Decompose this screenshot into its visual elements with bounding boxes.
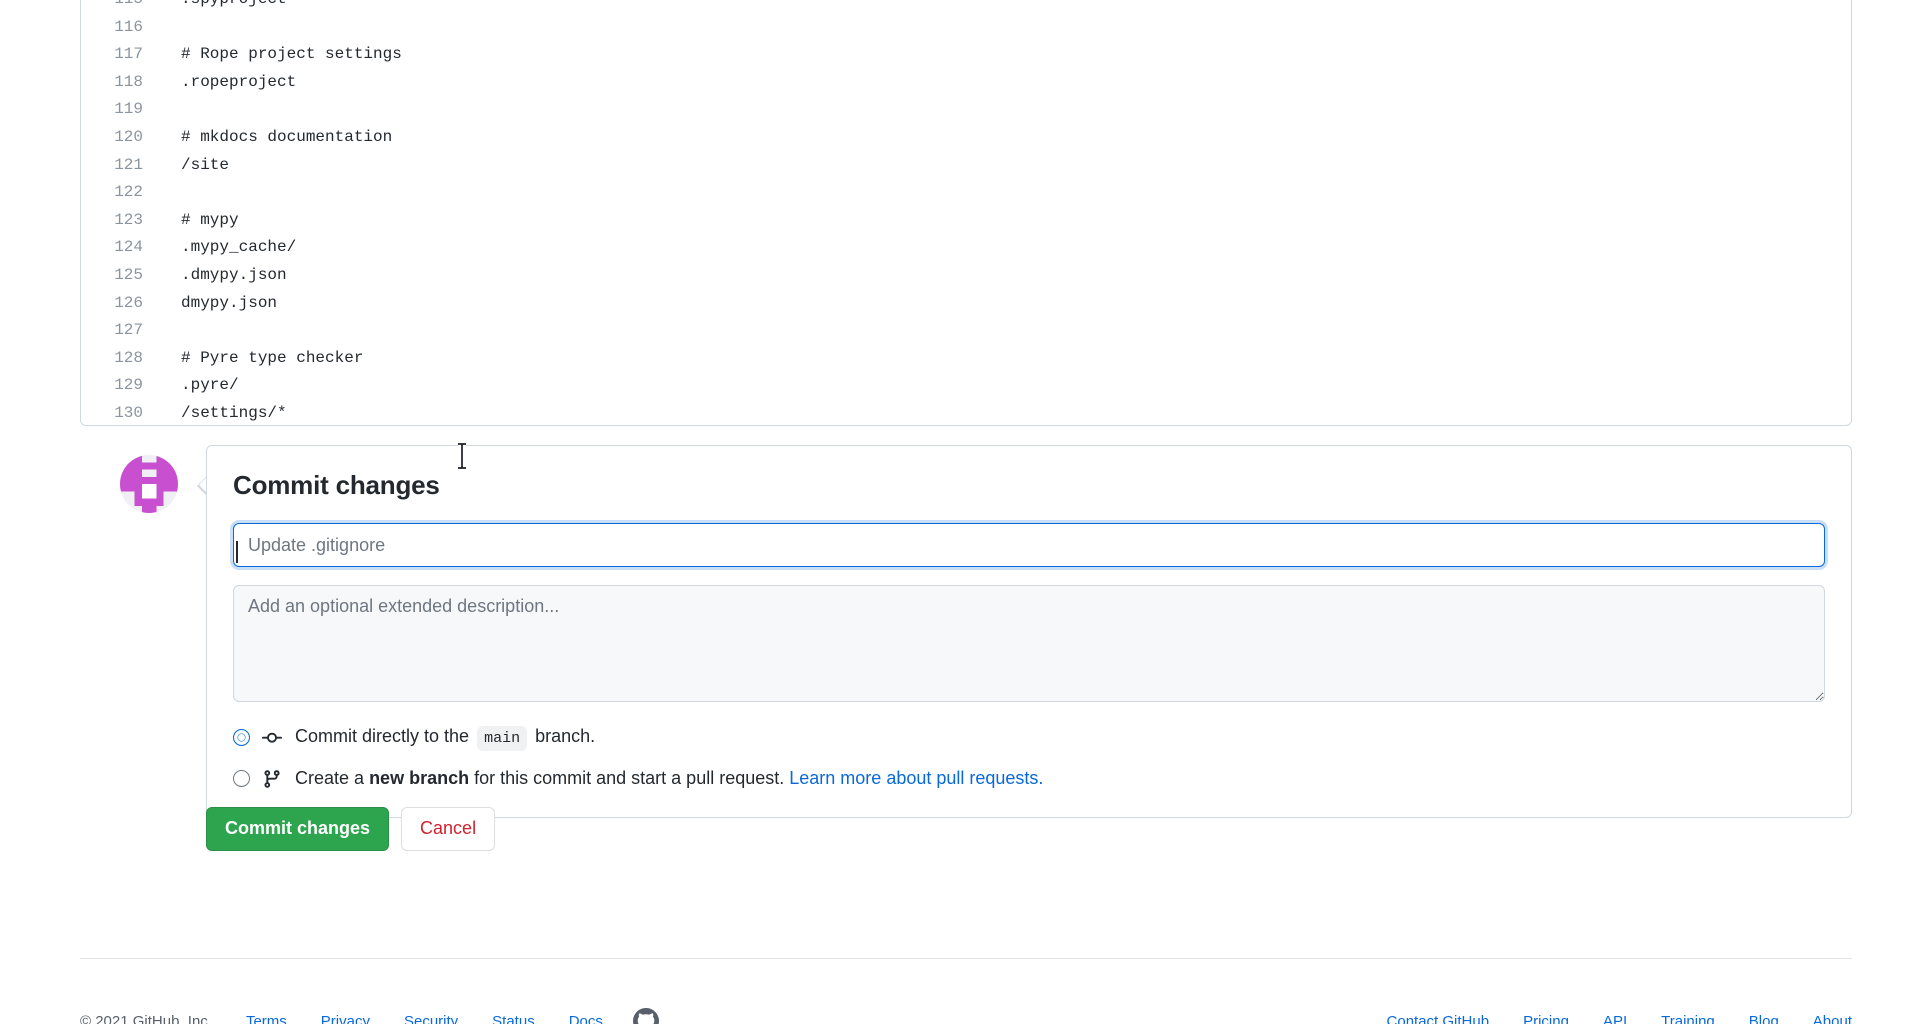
- line-number: 124: [114, 238, 143, 257]
- line-number: 130: [114, 403, 143, 422]
- code-line: 117 # Rope project settings: [81, 41, 1851, 69]
- footer-right-links: Contact GitHub Pricing API Training Blog Abou…: [1387, 1013, 1852, 1024]
- footer-link-training[interactable]: Training: [1661, 1013, 1715, 1024]
- file-content-panel: 115.spyproject 116 117 # Rope project setti…: [80, 0, 1852, 426]
- footer-link-blog[interactable]: Blog: [1749, 1013, 1779, 1024]
- commit-message-input[interactable]: [233, 523, 1825, 568]
- text-caret: [236, 541, 238, 563]
- commit-description-textarea[interactable]: [233, 585, 1825, 703]
- code-line: 127: [81, 317, 1851, 345]
- line-content[interactable]: .mypy_cache/: [159, 234, 1851, 262]
- github-edit-file-page: 115.spyproject 116 117 # Rope project setti…: [0, 0, 1920, 1024]
- radio-commit-directly[interactable]: [233, 729, 250, 747]
- line-content[interactable]: [159, 96, 1851, 124]
- line-number: 123: [114, 210, 143, 229]
- line-number: 117: [114, 45, 143, 64]
- line-number: 122: [114, 183, 143, 202]
- page-footer: © 2021 GitHub, Inc. Terms Privacy Security…: [80, 1008, 1852, 1024]
- line-number: 129: [114, 376, 143, 395]
- line-number: 126: [114, 293, 143, 312]
- git-commit-icon: [262, 732, 282, 743]
- line-number: 119: [114, 100, 143, 119]
- line-content[interactable]: .ropeproject: [159, 69, 1851, 97]
- line-content[interactable]: /settings/*: [159, 400, 1851, 425]
- footer-link-security[interactable]: Security: [404, 1013, 458, 1024]
- line-number: 125: [114, 265, 143, 284]
- new-branch-text-after: for this commit and start a pull request…: [474, 768, 785, 789]
- code-line: 120 # mkdocs documentation: [81, 124, 1851, 152]
- line-content[interactable]: /site: [159, 152, 1851, 180]
- code-line: 129 .pyre/: [81, 372, 1851, 400]
- footer-link-privacy[interactable]: Privacy: [321, 1013, 370, 1024]
- line-content[interactable]: # Rope project settings: [159, 41, 1851, 69]
- code-line: 123 # mypy: [81, 207, 1851, 235]
- line-content[interactable]: [159, 179, 1851, 207]
- code-line: 126 dmypy.json: [81, 290, 1851, 318]
- option-commit-directly[interactable]: Commit directly to the main branch.: [233, 724, 1825, 752]
- commit-form-title: Commit changes: [233, 470, 440, 500]
- footer-link-docs[interactable]: Docs: [569, 1013, 603, 1024]
- cancel-button[interactable]: Cancel: [401, 807, 496, 851]
- footer-link-status[interactable]: Status: [492, 1013, 535, 1024]
- mouse-cursor-ibeam: [458, 443, 466, 469]
- line-content[interactable]: [159, 14, 1851, 42]
- github-mark-icon: [632, 1008, 659, 1024]
- option-create-new-branch-label: Create a new branch for this commit and …: [295, 766, 1043, 791]
- pull-request-help-link[interactable]: Learn more about pull requests.: [789, 768, 1043, 788]
- code-line: 121/site: [81, 152, 1851, 180]
- code-line: 115.spyproject: [81, 0, 1851, 14]
- code-line: 122: [81, 179, 1851, 207]
- code-line: 119: [81, 96, 1851, 124]
- line-content[interactable]: .spyproject: [159, 0, 1851, 14]
- line-number: 115: [81, 0, 159, 14]
- new-branch-emphasis: new branch: [369, 768, 470, 789]
- git-branch-icon: [264, 770, 280, 788]
- footer-left-links: © 2021 GitHub, Inc. Terms Privacy Security…: [80, 1013, 603, 1024]
- radio-create-new-branch[interactable]: [233, 770, 250, 788]
- code-line: 116: [81, 14, 1851, 42]
- footer-link-terms[interactable]: Terms: [246, 1013, 287, 1024]
- line-content[interactable]: dmypy.json: [159, 290, 1851, 318]
- commit-form-box: Commit changes Commit directly to the ma…: [206, 445, 1852, 819]
- option-commit-directly-label: Commit directly to the main branch.: [295, 724, 596, 752]
- code-line: 130/settings/*: [81, 400, 1851, 425]
- line-number: 121: [114, 155, 143, 174]
- footer-link-api[interactable]: API: [1603, 1013, 1627, 1024]
- code-line: 124 .mypy_cache/: [81, 234, 1851, 262]
- option-text-after: branch.: [535, 726, 596, 747]
- line-number: 120: [114, 127, 143, 146]
- code-line: 118 .ropeproject: [81, 69, 1851, 97]
- line-content[interactable]: .dmypy.json: [159, 262, 1851, 290]
- line-number: 128: [114, 348, 143, 367]
- code-line: 125 .dmypy.json: [81, 262, 1851, 290]
- footer-link-contact-github[interactable]: Contact GitHub: [1387, 1013, 1490, 1024]
- code-line-table: 115.spyproject 116 117 # Rope project setti…: [81, 0, 1851, 425]
- option-text-before: Commit directly to the: [295, 726, 470, 747]
- line-content[interactable]: .pyre/: [159, 372, 1851, 400]
- line-number: 116: [114, 17, 143, 36]
- commit-actions: Commit changes Cancel: [206, 807, 496, 851]
- footer-divider: [80, 958, 1852, 959]
- copyright-text: © 2021 GitHub, Inc.: [80, 1012, 212, 1024]
- line-content[interactable]: [159, 317, 1851, 345]
- footer-link-pricing[interactable]: Pricing: [1523, 1013, 1569, 1024]
- line-number: 118: [114, 72, 143, 91]
- new-branch-text-before: Create a: [295, 768, 365, 789]
- code-line: 128 # Pyre type checker: [81, 345, 1851, 373]
- line-number: 127: [114, 321, 143, 340]
- avatar: [120, 455, 178, 513]
- commit-changes-button[interactable]: Commit changes: [206, 807, 390, 851]
- footer-link-about[interactable]: About: [1813, 1013, 1852, 1024]
- option-create-new-branch[interactable]: Create a new branch for this commit and …: [233, 766, 1825, 791]
- line-content[interactable]: # mkdocs documentation: [159, 124, 1851, 152]
- line-content[interactable]: # mypy: [159, 207, 1851, 235]
- branch-name-badge: main: [477, 726, 528, 752]
- line-content[interactable]: # Pyre type checker: [159, 345, 1851, 373]
